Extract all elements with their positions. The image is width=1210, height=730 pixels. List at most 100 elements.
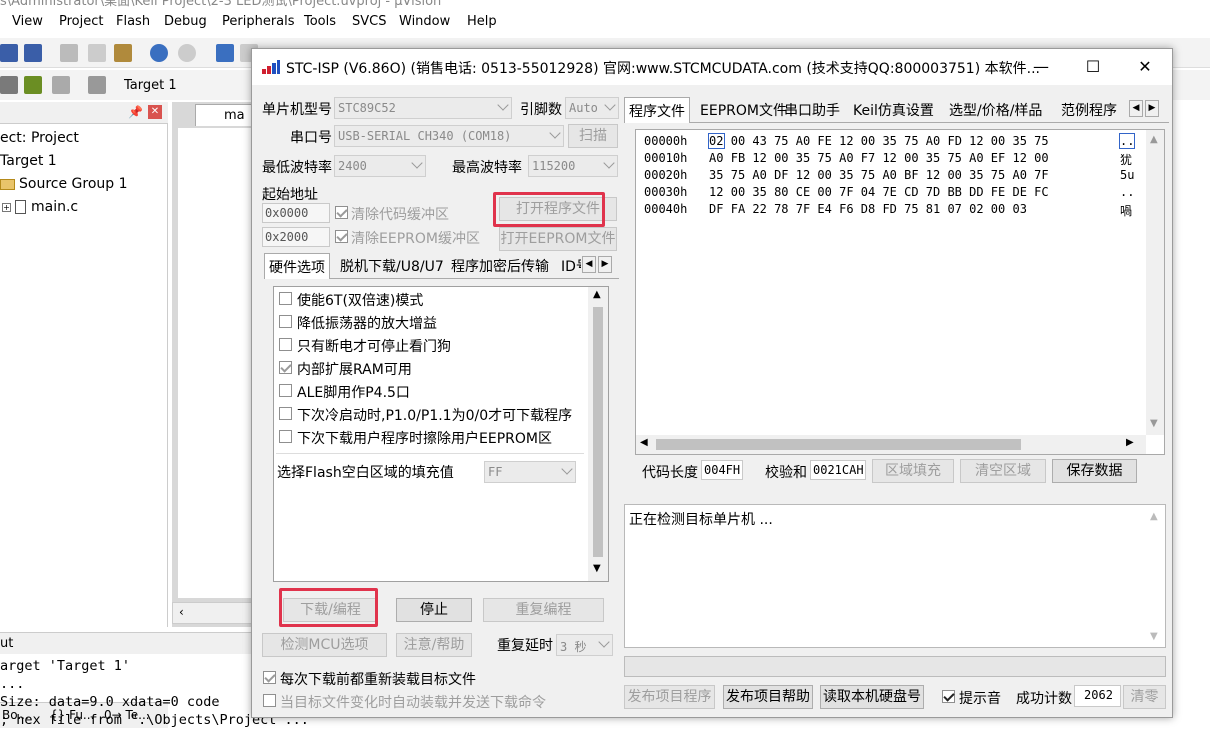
clear-eeprom-buffer-checkbox[interactable] bbox=[335, 230, 348, 243]
option-ale-checkbox[interactable] bbox=[279, 384, 292, 397]
clear-count-button[interactable]: 清零 bbox=[1123, 685, 1166, 709]
translate-icon[interactable] bbox=[0, 76, 18, 94]
tree-target[interactable]: Target 1 bbox=[0, 153, 57, 169]
tab-scroll-right-icon[interactable]: ▶ bbox=[1145, 100, 1159, 117]
port-select[interactable]: USB-SERIAL CH340 (COM18) bbox=[334, 125, 564, 147]
tab-scroll-left-icon[interactable]: ◀ bbox=[1129, 100, 1143, 117]
menu-window[interactable]: Window bbox=[399, 14, 450, 29]
save-all-icon[interactable] bbox=[24, 44, 42, 62]
option-coldstart-checkbox[interactable] bbox=[279, 407, 292, 420]
maximize-icon[interactable]: ☐ bbox=[1078, 55, 1108, 79]
scroll-up-icon[interactable]: ▲ bbox=[593, 289, 601, 300]
tab-hardware-options[interactable]: 硬件选项 bbox=[264, 253, 330, 279]
target-selector[interactable]: Target 1 bbox=[124, 78, 177, 93]
option-6t-checkbox[interactable] bbox=[279, 292, 292, 305]
hscroll-thumb[interactable] bbox=[656, 439, 1021, 450]
options-divider bbox=[276, 453, 584, 454]
tab-id[interactable]: ID号 bbox=[557, 253, 581, 277]
option-gain-checkbox[interactable] bbox=[279, 315, 292, 328]
tab-serial-assistant[interactable]: 串口助手 bbox=[780, 97, 844, 121]
min-baud-select[interactable]: 2400 bbox=[334, 155, 426, 177]
menu-flash[interactable]: Flash bbox=[116, 14, 150, 29]
hex-viewer[interactable]: 00000h 02 00 43 75 A0 FE 12 00 35 75 A0 … bbox=[635, 129, 1165, 455]
tab-encrypted-transfer[interactable]: 程序加密后传输 bbox=[447, 253, 553, 277]
scroll-down-icon[interactable]: ▼ bbox=[593, 563, 601, 574]
save-data-button[interactable]: 保存数据 bbox=[1052, 459, 1137, 483]
scroll-down-icon[interactable]: ▼ bbox=[1150, 418, 1158, 429]
address-2-input[interactable]: 0x2000 bbox=[262, 227, 330, 247]
hex-hscroll[interactable]: ◀ ▶ bbox=[636, 435, 1146, 454]
option-ram-checkbox[interactable] bbox=[279, 361, 292, 374]
undo-icon[interactable] bbox=[150, 44, 168, 62]
redo-icon[interactable] bbox=[178, 44, 196, 62]
fill-area-button[interactable]: 区域填充 bbox=[872, 459, 954, 483]
menu-view[interactable]: View bbox=[12, 14, 43, 29]
options-vscroll[interactable]: ▲ ▼ bbox=[588, 287, 608, 581]
load-icon[interactable] bbox=[88, 76, 106, 94]
option-erase-eeprom-checkbox[interactable] bbox=[279, 430, 292, 443]
option-watchdog-checkbox[interactable] bbox=[279, 338, 292, 351]
open-eeprom-file-button[interactable]: 打开EEPROM文件 bbox=[499, 227, 617, 251]
build-icon[interactable] bbox=[24, 76, 42, 94]
tab-keil-sim[interactable]: Keil仿真设置 bbox=[849, 97, 938, 121]
editor-hscroll[interactable]: ‹ bbox=[172, 602, 252, 624]
save-icon[interactable] bbox=[0, 44, 18, 62]
minimize-icon[interactable]: — bbox=[1026, 55, 1056, 79]
copy-icon[interactable] bbox=[88, 44, 106, 62]
tab-offline-download[interactable]: 脱机下载/U8/U7 bbox=[336, 253, 448, 277]
menu-help[interactable]: Help bbox=[467, 14, 497, 29]
scroll-thumb[interactable] bbox=[593, 307, 603, 557]
scroll-up-icon[interactable]: ▲ bbox=[1150, 511, 1158, 522]
hex-vscroll[interactable]: ▲ ▼ bbox=[1146, 130, 1164, 435]
paste-icon[interactable] bbox=[114, 44, 132, 62]
tab-eeprom-file[interactable]: EEPROM文件 bbox=[696, 97, 791, 121]
back-arrow-icon[interactable] bbox=[216, 44, 234, 62]
scroll-left-icon[interactable]: ‹ bbox=[179, 605, 184, 619]
max-baud-select[interactable]: 115200 bbox=[528, 155, 618, 177]
tree-source-group[interactable]: Source Group 1 bbox=[0, 176, 128, 192]
menu-tools[interactable]: Tools bbox=[304, 14, 336, 29]
repeat-delay-select[interactable]: 3 秒 bbox=[556, 634, 613, 656]
auto-reload-checkbox[interactable] bbox=[263, 694, 276, 707]
stop-button[interactable]: 停止 bbox=[396, 598, 472, 622]
close-window-icon[interactable]: ✕ bbox=[1130, 55, 1160, 79]
read-disk-id-button[interactable]: 读取本机硬盘号 bbox=[820, 685, 924, 709]
clear-code-buffer-checkbox[interactable] bbox=[335, 206, 348, 219]
editor-tab-main[interactable]: ma bbox=[195, 104, 255, 126]
tab-sample-programs[interactable]: 范例程序 bbox=[1057, 97, 1121, 121]
editor-content[interactable] bbox=[178, 128, 252, 598]
notes-help-button[interactable]: 注意/帮助 bbox=[396, 633, 472, 657]
tab-program-file[interactable]: 程序文件 bbox=[624, 97, 690, 123]
tab-scroll-right-icon[interactable]: ▶ bbox=[598, 256, 612, 273]
tree-project[interactable]: ect: Project bbox=[0, 130, 79, 146]
menu-debug[interactable]: Debug bbox=[164, 14, 207, 29]
detect-mcu-button[interactable]: 检测MCU选项 bbox=[262, 633, 387, 657]
mcu-type-select[interactable]: STC89C52 bbox=[334, 97, 512, 119]
scroll-down-icon[interactable]: ▼ bbox=[1150, 631, 1158, 642]
scan-button[interactable]: 扫描 bbox=[568, 124, 618, 148]
tab-selection-price[interactable]: 选型/价格/样品 bbox=[945, 97, 1046, 121]
scroll-left-icon[interactable]: ◀ bbox=[640, 437, 648, 448]
beep-checkbox[interactable] bbox=[942, 690, 955, 703]
close-icon[interactable]: ✕ bbox=[148, 105, 162, 119]
tab-scroll-left-icon[interactable]: ◀ bbox=[582, 256, 596, 273]
dialog-titlebar[interactable]: STC-ISP (V6.86O) (销售电话: 0513-55012928) 官… bbox=[252, 49, 1172, 85]
clear-area-button[interactable]: 清空区域 bbox=[960, 459, 1046, 483]
tree-main-c[interactable]: + main.c bbox=[2, 199, 78, 215]
address-1-input[interactable]: 0x0000 bbox=[262, 203, 330, 223]
reprogram-button[interactable]: 重复编程 bbox=[483, 598, 604, 622]
rebuild-icon[interactable] bbox=[52, 76, 70, 94]
reload-before-download-checkbox[interactable] bbox=[263, 671, 276, 684]
pin-icon[interactable]: 📌 bbox=[128, 105, 143, 119]
expand-icon[interactable]: + bbox=[2, 202, 11, 212]
scroll-right-icon[interactable]: ▶ bbox=[1126, 437, 1134, 448]
pins-select[interactable]: Auto bbox=[565, 97, 619, 119]
flash-fill-select[interactable]: FF bbox=[484, 461, 576, 483]
scroll-up-icon[interactable]: ▲ bbox=[1150, 134, 1158, 145]
menu-svcs[interactable]: SVCS bbox=[352, 14, 386, 29]
menu-peripherals[interactable]: Peripherals bbox=[222, 14, 295, 29]
menu-project[interactable]: Project bbox=[59, 14, 103, 29]
publish-help-button[interactable]: 发布项目帮助 bbox=[723, 685, 813, 709]
publish-program-button[interactable]: 发布项目程序 bbox=[624, 685, 715, 709]
cut-icon[interactable] bbox=[60, 44, 78, 62]
